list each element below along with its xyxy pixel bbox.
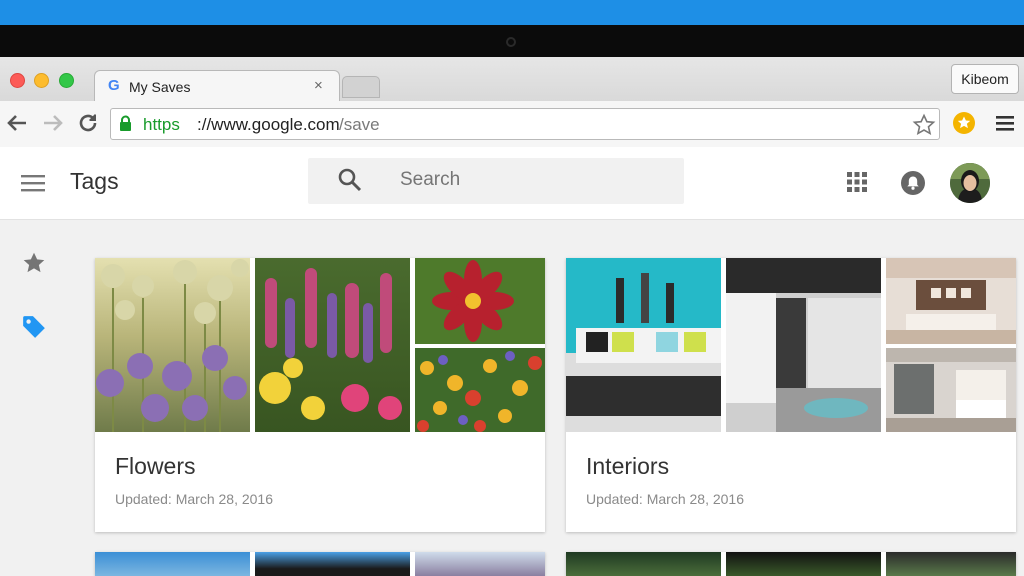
interiors-card[interactable]: Interiors Updated: March 28, 2016 [566,258,1016,532]
interiors-photo-2 [726,258,881,432]
minimize-window-icon[interactable] [34,73,49,88]
hamburger-icon[interactable] [21,174,45,192]
search-icon[interactable] [337,167,363,193]
desktop-background [0,0,1024,25]
reload-icon[interactable] [77,112,99,134]
camera-icon [506,37,516,47]
card-updated: Updated: March 28, 2016 [115,491,273,507]
garden-photo [886,552,1016,576]
forward-arrow-icon[interactable] [42,113,64,133]
flowers-photo-4 [415,348,545,432]
url-scheme: https [143,115,180,134]
extension-star-icon[interactable] [953,112,975,134]
interiors-photo-4 [886,348,1016,432]
new-tab-button[interactable] [342,76,380,98]
star-icon[interactable] [21,250,47,276]
interiors-photo-3 [886,258,1016,344]
url-host: ://www.google.com [197,115,340,134]
forest-photo [566,552,721,576]
card-title: Flowers [115,453,196,479]
search-input[interactable] [400,169,660,191]
page-title: Tags [70,168,119,194]
sky-photo [95,552,250,576]
apps-grid-icon[interactable] [847,172,867,192]
url-path: /save [339,115,380,134]
google-favicon-icon: G [108,77,120,94]
flowers-card[interactable]: Flowers Updated: March 28, 2016 [95,258,545,532]
maximize-window-icon[interactable] [59,73,74,88]
notifications-icon[interactable] [900,170,926,196]
back-arrow-icon[interactable] [6,113,28,133]
landscape-photo [415,552,545,576]
flowers-photo-1 [95,258,250,432]
tag-icon[interactable] [21,314,47,340]
tab-close-icon[interactable]: × [314,77,323,94]
avatar[interactable] [950,163,990,203]
bookmark-star-icon[interactable] [912,113,936,137]
card-title: Interiors [586,453,670,479]
next-card-left[interactable] [95,552,545,576]
profile-button[interactable]: Kibeom [951,64,1019,94]
flowers-photo-2 [255,258,410,432]
chrome-menu-icon[interactable] [996,115,1014,131]
card-updated: Updated: March 28, 2016 [586,491,744,507]
close-window-icon[interactable] [10,73,25,88]
tab-title: My Saves [129,79,191,95]
flowers-photo-3 [415,258,545,344]
lock-icon [120,115,131,131]
trees-photo [726,552,881,576]
mountain-photo [255,552,410,576]
next-card-right[interactable] [566,552,1016,576]
interiors-photo-1 [566,258,721,432]
